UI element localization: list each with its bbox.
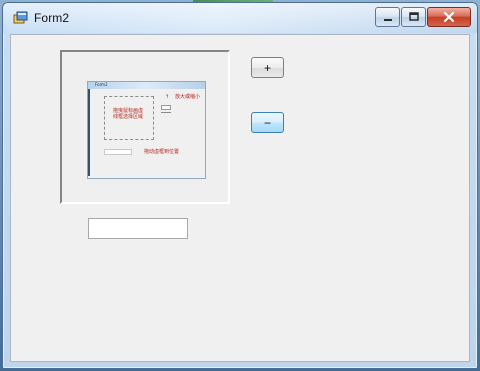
maximize-button[interactable] [401,7,426,27]
zoom-in-button[interactable]: + [251,57,284,78]
preview-left-line [88,89,90,176]
preview-arrow-icon: ↑ [165,94,170,100]
desktop-background: Form2 Form2 拖曳鼠标画虚 线框选择区域 ↑ 放大或缩小 拖动虚框到位… [0,0,480,371]
preview-title: Form2 [95,82,108,87]
zoom-out-button[interactable]: − [251,112,284,133]
preview-mini-line [161,112,171,113]
preview-titlebar: Form2 [88,82,205,89]
preview-selection-box: 拖曳鼠标画虚 线框选择区域 [104,96,154,140]
close-icon [443,11,455,23]
preview-panel: Form2 拖曳鼠标画虚 线框选择区域 ↑ 放大或缩小 拖动虚框到位置 [60,50,230,204]
close-button[interactable] [427,7,471,27]
window-client-area: Form2 拖曳鼠标画虚 线框选择区域 ↑ 放大或缩小 拖动虚框到位置 + − [10,34,470,362]
minimize-icon [383,19,392,21]
preview-mini-button [161,105,171,110]
preview-bottom-note: 拖动虚框到位置 [144,149,180,155]
caption-buttons [375,7,471,27]
window-titlebar[interactable]: Form2 [3,3,477,33]
minimize-button[interactable] [375,7,400,27]
maximize-icon [408,12,419,21]
preview-window: Form2 拖曳鼠标画虚 线框选择区域 ↑ 放大或缩小 拖动虚框到位置 [87,81,206,179]
preview-selection-text: 拖曳鼠标画虚 线框选择区域 [113,108,144,120]
preview-bottom-box [104,149,132,155]
window-title: Form2 [34,11,70,25]
text-input[interactable] [88,218,188,239]
preview-right-note: 放大或缩小 [175,94,201,100]
app-window-icon [13,11,28,24]
form2-window: Form2 Form2 拖曳鼠标画虚 线框选择区域 ↑ 放大或缩小 拖动虚框到位… [2,2,478,369]
